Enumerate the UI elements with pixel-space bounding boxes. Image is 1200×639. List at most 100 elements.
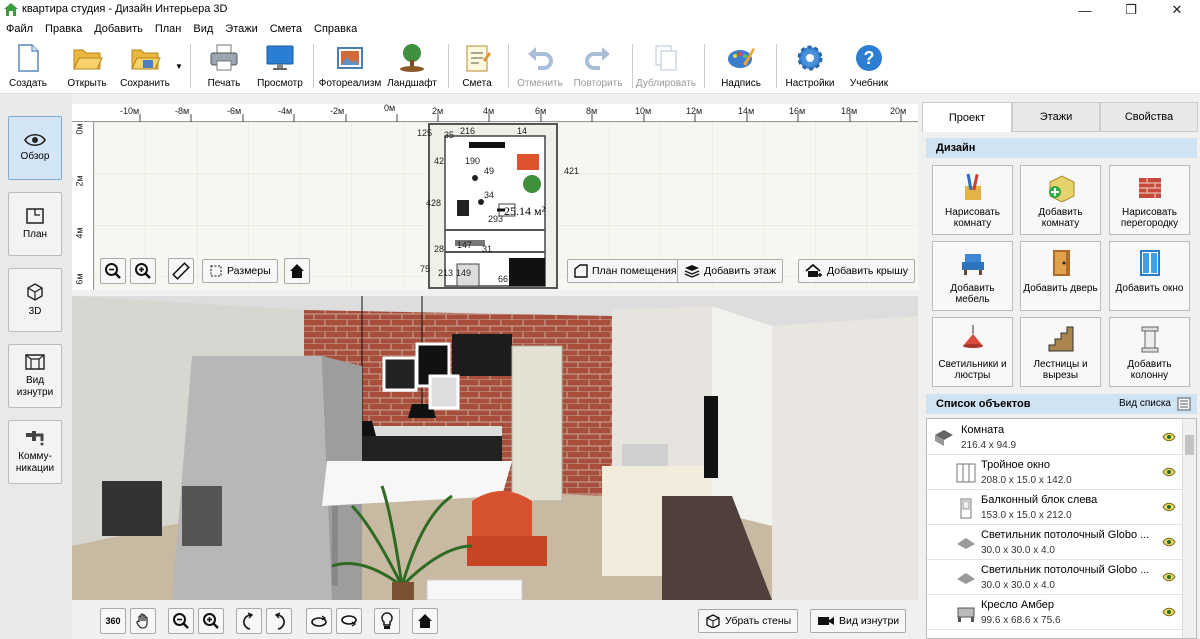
window-title: квартира студия - Дизайн Интерьера 3D [22, 3, 228, 15]
room-icon [935, 430, 953, 446]
visibility-eye-icon[interactable] [1162, 537, 1176, 547]
3d-mode-button[interactable]: 3D [8, 268, 62, 332]
add-furniture-button[interactable]: Добавить мебель [932, 241, 1013, 311]
view3d-zoom-out-button[interactable] [168, 608, 194, 634]
view3d-home-button[interactable] [412, 608, 438, 634]
ruler-tick: -6м [227, 106, 242, 116]
save-dropdown-arrow-icon[interactable]: ▼ [175, 62, 183, 71]
visibility-eye-icon[interactable] [1162, 572, 1176, 582]
tab-floors[interactable]: Этажи [1012, 102, 1100, 132]
plan-zoom-out-button[interactable] [100, 258, 126, 284]
window-icon [1139, 250, 1160, 276]
list-item[interactable]: Тройное окно 208.0 x 15.0 x 142.0 [927, 456, 1182, 490]
room-plan-button[interactable]: План помещения [567, 259, 684, 283]
add-roof-button[interactable]: Добавить крышу [798, 259, 915, 283]
settings-button[interactable]: Настройки [784, 40, 836, 92]
plan-measure-button[interactable] [168, 258, 194, 284]
add-window-button[interactable]: Добавить окно [1109, 241, 1190, 311]
ruler-tick: 2м [432, 106, 444, 116]
landscape-button[interactable]: Ландшафт [386, 40, 438, 92]
overview-mode-button[interactable]: Обзор [8, 116, 62, 180]
list-item[interactable]: Кресло Амбер 99.6 x 68.6 x 75.6 [927, 596, 1182, 630]
object-list-scrollbar[interactable] [1182, 419, 1196, 638]
list-item[interactable]: Светильник потолочный Globo ... 30.0 x 3… [927, 526, 1182, 560]
minimize-button[interactable]: — [1062, 0, 1108, 20]
estimate-button[interactable]: Смета [458, 40, 496, 92]
duplicate-button[interactable]: Дублировать [636, 40, 696, 92]
maximize-button[interactable]: ❐ [1108, 0, 1154, 20]
draw-partition-button[interactable]: Нарисовать перегородку [1109, 165, 1190, 235]
open-button[interactable]: Открыть [64, 40, 110, 92]
objects-section-header: Список объектов Вид списка [926, 394, 1197, 414]
tilt-up-icon [311, 615, 327, 627]
plan-zoom-in-button[interactable] [130, 258, 156, 284]
inside-view-mode-button[interactable]: Вид изнутри [8, 344, 62, 408]
tutorial-button[interactable]: ? Учебник [846, 40, 892, 92]
armchair-icon [957, 607, 975, 622]
menu-plan[interactable]: План [149, 20, 188, 38]
armchair-icon [961, 254, 984, 275]
add-room-button[interactable]: Добавить комнату [1020, 165, 1101, 235]
rotate-360-button[interactable]: 360 [100, 608, 126, 634]
inside-view-button[interactable]: Вид изнутри [810, 609, 907, 633]
plan-home-button[interactable] [284, 258, 310, 284]
stairs-cutouts-button[interactable]: Лестницы и вырезы [1020, 317, 1101, 387]
print-button[interactable]: Печать [204, 40, 244, 92]
label-button[interactable]: Надпись [718, 40, 764, 92]
view-3d-controls: 360 Убрать стены Вид изнутри [72, 602, 918, 639]
save-button[interactable]: Сохранить [118, 40, 172, 92]
list-item[interactable]: Светильник потолочный Globo ... 30.0 x 3… [927, 561, 1182, 595]
lighting-button[interactable] [374, 608, 400, 634]
preview-button[interactable]: Просмотр [256, 40, 304, 92]
rotate-left-button[interactable] [236, 608, 262, 634]
photorealism-button[interactable]: Фотореализм [318, 40, 382, 92]
object-list[interactable]: Комната 216.4 x 94.9 Тройное окно 208.0 … [926, 418, 1197, 639]
menu-help[interactable]: Справка [308, 20, 363, 38]
list-view-label[interactable]: Вид списка [1119, 394, 1171, 414]
remove-walls-button[interactable]: Убрать стены [698, 609, 799, 633]
ruler-tick: -4м [278, 106, 293, 116]
tree-icon [400, 44, 424, 72]
menu-edit[interactable]: Правка [39, 20, 88, 38]
ruler-tick: -2м [330, 106, 345, 116]
rotate-right-button[interactable] [266, 608, 292, 634]
visibility-eye-icon[interactable] [1162, 502, 1176, 512]
menu-estimate[interactable]: Смета [264, 20, 308, 38]
utilities-mode-button[interactable]: Комму-никации [8, 420, 62, 484]
scrollbar-thumb[interactable] [1185, 435, 1194, 455]
tab-properties[interactable]: Свойства [1100, 102, 1198, 132]
new-document-icon [18, 44, 39, 72]
tab-project[interactable]: Проект [922, 102, 1012, 132]
add-column-button[interactable]: Добавить колонну [1109, 317, 1190, 387]
list-item[interactable]: Комната 216.4 x 94.9 [927, 421, 1182, 455]
visibility-eye-icon[interactable] [1162, 467, 1176, 477]
close-button[interactable]: ✕ [1154, 0, 1200, 20]
plan-dimensions-button[interactable]: Размеры [202, 259, 278, 283]
redo-button[interactable]: Повторить [572, 40, 624, 92]
menu-file[interactable]: Файл [0, 20, 39, 38]
view-3d[interactable] [72, 296, 918, 600]
visibility-eye-icon[interactable] [1162, 432, 1176, 442]
draw-room-button[interactable]: Нарисовать комнату [932, 165, 1013, 235]
plan-dim: 293 [488, 214, 504, 224]
menu-add[interactable]: Добавить [88, 20, 149, 38]
add-lights-button[interactable]: Светильники и люстры [932, 317, 1013, 387]
3d-scene-render[interactable] [72, 296, 918, 600]
list-item[interactable]: Балконный блок слева 153.0 x 15.0 x 212.… [927, 491, 1182, 525]
plan-2d-view[interactable]: 125 216 42 190 49 428 421 34 293 28 147 … [72, 104, 918, 290]
list-view-icon[interactable] [1177, 397, 1191, 411]
tilt-up-button[interactable] [306, 608, 332, 634]
pan-hand-button[interactable] [130, 608, 156, 634]
tilt-down-button[interactable] [336, 608, 362, 634]
menu-floors[interactable]: Этажи [219, 20, 263, 38]
plan-dim: 149 [456, 268, 472, 278]
create-button[interactable]: Создать [8, 40, 48, 92]
menu-view[interactable]: Вид [187, 20, 219, 38]
add-door-button[interactable]: Добавить дверь [1020, 241, 1101, 311]
visibility-eye-icon[interactable] [1162, 607, 1176, 617]
view3d-zoom-in-button[interactable] [198, 608, 224, 634]
plan-mode-button[interactable]: План [8, 192, 62, 256]
design-section-header: Дизайн [926, 138, 1197, 158]
add-floor-button[interactable]: Добавить этаж [677, 259, 784, 283]
undo-button[interactable]: Отменить [516, 40, 564, 92]
